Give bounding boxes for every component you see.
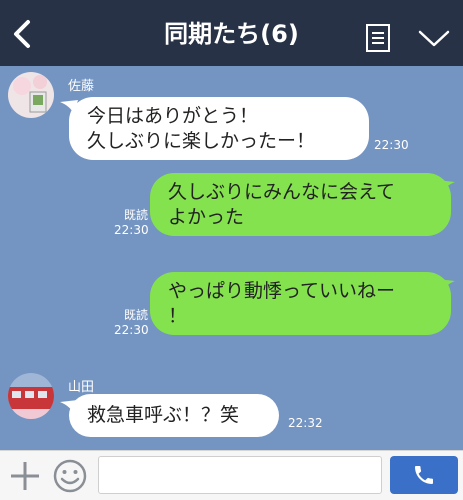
message-line: 今日はありがとう！ xyxy=(87,104,259,127)
chat-title: 同期たち(6) xyxy=(164,20,299,48)
chat-header: 同期たち(6) xyxy=(0,0,463,66)
message-line: やっぱり動悸っていいねー xyxy=(168,279,396,302)
plus-icon xyxy=(11,462,39,490)
list-icon xyxy=(366,24,390,52)
back-button[interactable] xyxy=(8,18,38,50)
message-time: 22:30 xyxy=(114,223,149,237)
expand-menu-button[interactable] xyxy=(417,26,451,50)
read-receipt: 既読 xyxy=(123,208,148,222)
smiley-icon xyxy=(53,459,87,493)
message-line: 久しぶりにみんなに会えて xyxy=(168,180,396,203)
add-attachment-button[interactable] xyxy=(8,459,42,493)
emoji-button[interactable] xyxy=(52,458,88,494)
avatar-yamada[interactable] xyxy=(8,373,54,419)
notes-button[interactable] xyxy=(363,24,393,52)
avatar-image xyxy=(8,373,54,419)
phone-icon xyxy=(415,466,433,484)
message-time: 22:32 xyxy=(288,416,323,430)
sender-name: 山田 xyxy=(68,380,95,395)
chevron-left-icon xyxy=(14,20,30,48)
message-bubble-outgoing[interactable]: やっぱり動悸っていいねー ！ xyxy=(150,272,451,335)
call-button[interactable] xyxy=(390,456,458,494)
message-line: 久しぶりに楽しかったー！ xyxy=(87,129,316,152)
avatar-sato[interactable] xyxy=(8,72,54,118)
chevron-down-icon xyxy=(418,30,450,47)
message-bubble-outgoing[interactable]: 久しぶりにみんなに会えて よかった xyxy=(150,173,451,236)
message-line: 救急車呼ぶ！？笑 xyxy=(87,404,240,426)
message-bubble-incoming[interactable]: 救急車呼ぶ！？笑 xyxy=(69,394,279,437)
message-bubble-incoming[interactable]: 今日はありがとう！ 久しぶりに楽しかったー！ xyxy=(69,97,369,160)
message-time: 22:30 xyxy=(374,138,409,152)
message-line: よかった xyxy=(168,205,245,228)
input-bar xyxy=(0,450,463,500)
avatar-image xyxy=(8,72,54,118)
chat-area[interactable]: 佐藤 今日はありがとう！ 久しぶりに楽しかったー！ 22:30 既読 22:30… xyxy=(0,66,463,450)
sender-name: 佐藤 xyxy=(68,79,95,94)
read-receipt: 既読 xyxy=(123,308,148,322)
message-line: ！ xyxy=(168,304,188,327)
message-time: 22:30 xyxy=(114,323,149,337)
message-input[interactable] xyxy=(98,456,382,494)
